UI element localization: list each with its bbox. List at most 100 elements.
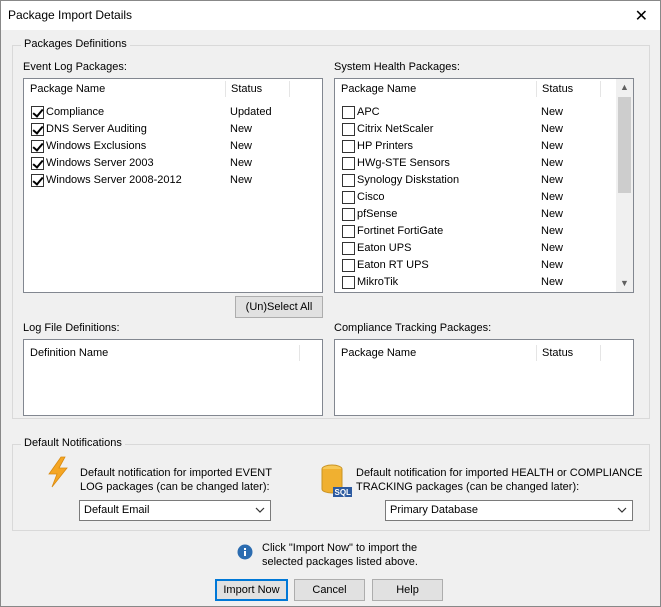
list-item[interactable]: Eaton RT UPS New <box>335 257 616 274</box>
checkbox-unchecked[interactable] <box>342 276 355 289</box>
list-item[interactable]: Windows Server 2003 New <box>24 155 322 172</box>
checkbox-unchecked[interactable] <box>342 208 355 221</box>
package-name: APC <box>357 106 380 118</box>
column-header-status[interactable]: Status <box>536 343 600 363</box>
vertical-scrollbar[interactable]: ▲ ▼ <box>616 79 633 292</box>
dialog-window: Package Import Details ✕ Packages Defini… <box>0 0 661 607</box>
package-name: MikroTik <box>357 276 399 288</box>
package-status: New <box>541 123 564 135</box>
package-name: Windows Server 2003 <box>46 157 154 169</box>
list-header: Package Name Status <box>335 343 633 363</box>
package-status: New <box>541 157 564 169</box>
package-status: New <box>541 140 564 152</box>
title-bar: Package Import Details ✕ <box>1 1 660 30</box>
event-notification-select[interactable]: Default Email <box>79 500 271 521</box>
package-status: New <box>230 123 253 135</box>
package-status: New <box>541 208 564 220</box>
list-item[interactable]: HP Printers New <box>335 138 616 155</box>
checkbox-checked[interactable] <box>31 140 44 153</box>
checkbox-unchecked[interactable] <box>342 106 355 119</box>
list-header: Package Name Status <box>24 79 322 99</box>
health-notification-selected: Primary Database <box>390 504 479 516</box>
column-header-package-name[interactable]: Package Name <box>335 79 535 99</box>
list-item[interactable]: Fortinet FortiGate New <box>335 223 616 240</box>
import-now-button[interactable]: Import Now <box>215 579 288 601</box>
cancel-button[interactable]: Cancel <box>294 579 365 601</box>
package-status: New <box>541 276 564 288</box>
health-notification-select[interactable]: Primary Database <box>385 500 633 521</box>
list-item[interactable]: Citrix NetScaler New <box>335 121 616 138</box>
checkbox-unchecked[interactable] <box>342 191 355 204</box>
package-name: Synology Diskstation <box>357 174 460 186</box>
package-status: New <box>541 191 564 203</box>
system-health-packages-label: System Health Packages: <box>334 61 460 73</box>
checkbox-checked[interactable] <box>31 157 44 170</box>
svg-text:SQL: SQL <box>335 488 352 497</box>
column-header-package-name[interactable]: Package Name <box>335 343 535 363</box>
system-health-packages-list[interactable]: Package Name Status APC New Citrix NetScal… <box>334 78 634 293</box>
list-item[interactable]: Compliance Updated <box>24 104 322 121</box>
package-status: New <box>541 225 564 237</box>
list-header: Package Name Status <box>335 79 633 99</box>
list-item[interactable]: pfSense New <box>335 206 616 223</box>
log-file-definitions-list[interactable]: Definition Name <box>23 339 323 416</box>
scroll-down-icon[interactable]: ▼ <box>616 275 633 292</box>
list-item[interactable]: Windows Server 2008-2012 New <box>24 172 322 189</box>
list-item[interactable]: HWg-STE Sensors New <box>335 155 616 172</box>
event-log-packages-label: Event Log Packages: <box>23 61 127 73</box>
package-status: Updated <box>230 106 272 118</box>
package-name: Eaton RT UPS <box>357 259 429 271</box>
log-file-definitions-label: Log File Definitions: <box>23 322 120 334</box>
package-name: Windows Server 2008-2012 <box>46 174 182 186</box>
column-header-package-name[interactable]: Package Name <box>24 79 224 99</box>
checkbox-unchecked[interactable] <box>342 140 355 153</box>
event-log-packages-list[interactable]: Package Name Status Compliance Updated DNS… <box>23 78 323 293</box>
checkbox-checked[interactable] <box>31 174 44 187</box>
package-status: New <box>230 157 253 169</box>
close-icon[interactable]: ✕ <box>635 6 648 26</box>
list-item[interactable]: APC New <box>335 104 616 121</box>
window-title: Package Import Details <box>8 8 133 22</box>
package-name: Compliance <box>46 106 105 118</box>
event-notification-selected: Default Email <box>84 504 150 516</box>
package-status: New <box>541 259 564 271</box>
unselect-all-button[interactable]: (Un)Select All <box>235 296 323 318</box>
package-status: New <box>541 174 564 186</box>
package-status: New <box>230 140 253 152</box>
checkbox-checked[interactable] <box>31 106 44 119</box>
list-item[interactable]: Eaton UPS New <box>335 240 616 257</box>
list-item[interactable]: MikroTik New <box>335 274 616 291</box>
checkbox-checked[interactable] <box>31 123 44 136</box>
system-health-rows: APC New Citrix NetScaler New HP Printers New H… <box>335 104 616 291</box>
help-button[interactable]: Help <box>372 579 443 601</box>
list-item[interactable]: Windows Exclusions New <box>24 138 322 155</box>
health-notification-text-line2: TRACKING packages (can be changed later)… <box>356 481 580 493</box>
column-header-status[interactable]: Status <box>225 79 289 99</box>
package-name: Cisco <box>357 191 385 203</box>
packages-definitions-legend: Packages Definitions <box>21 38 130 50</box>
list-item[interactable]: Cisco New <box>335 189 616 206</box>
checkbox-unchecked[interactable] <box>342 157 355 170</box>
scroll-up-icon[interactable]: ▲ <box>616 79 633 96</box>
checkbox-unchecked[interactable] <box>342 242 355 255</box>
column-header-definition-name[interactable]: Definition Name <box>24 343 298 363</box>
checkbox-unchecked[interactable] <box>342 174 355 187</box>
list-item[interactable]: Synology Diskstation New <box>335 172 616 189</box>
scroll-thumb[interactable] <box>618 97 631 193</box>
package-name: Windows Exclusions <box>46 140 147 152</box>
checkbox-unchecked[interactable] <box>342 225 355 238</box>
event-log-rows: Compliance Updated DNS Server Auditing New W… <box>24 104 322 189</box>
list-item[interactable]: DNS Server Auditing New <box>24 121 322 138</box>
event-notification-text-line1: Default notification for imported EVENT <box>80 467 272 479</box>
package-name: Citrix NetScaler <box>357 123 434 135</box>
column-header-status[interactable]: Status <box>536 79 600 99</box>
package-name: HWg-STE Sensors <box>357 157 450 169</box>
compliance-tracking-packages-list[interactable]: Package Name Status <box>334 339 634 416</box>
event-notification-text-line2: LOG packages (can be changed later): <box>80 481 270 493</box>
checkbox-unchecked[interactable] <box>342 259 355 272</box>
lightning-icon <box>45 456 71 488</box>
chevron-down-icon <box>616 504 628 516</box>
package-name: pfSense <box>357 208 398 220</box>
chevron-down-icon <box>254 504 266 516</box>
checkbox-unchecked[interactable] <box>342 123 355 136</box>
